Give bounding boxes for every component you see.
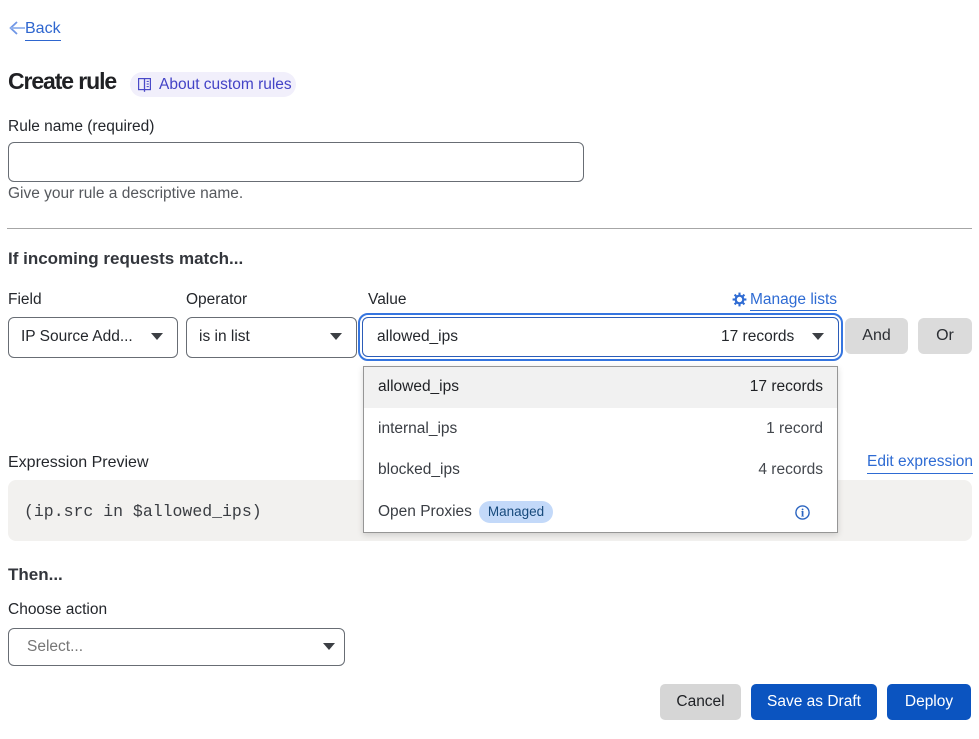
svg-text:i: i bbox=[801, 505, 805, 519]
